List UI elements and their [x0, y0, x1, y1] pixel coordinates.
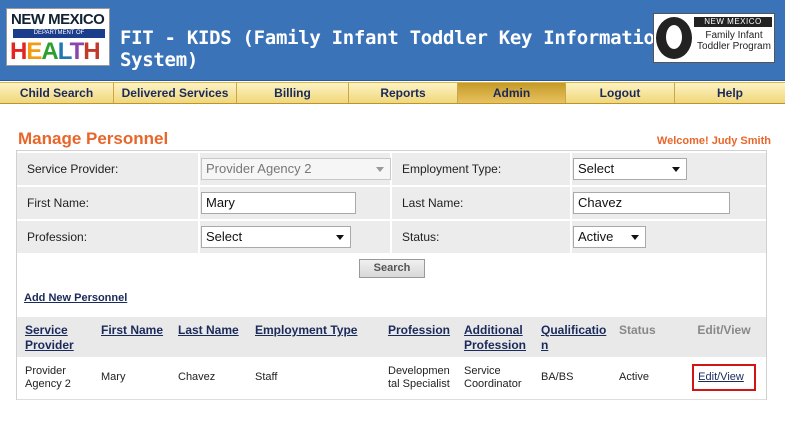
- status-select[interactable]: Active: [573, 226, 646, 248]
- fit-logo-line1: NEW MEXICO: [694, 17, 772, 27]
- status-value: Active: [578, 229, 614, 244]
- chevron-down-icon: [336, 235, 344, 240]
- field-cell: Select: [200, 221, 392, 253]
- label-cell: Last Name:: [392, 187, 572, 219]
- col-additional-profession[interactable]: Additional Profession: [456, 317, 533, 357]
- service-provider-label: Service Provider:: [27, 162, 119, 176]
- last-name-label: Last Name:: [402, 196, 464, 210]
- cell-last-name: Chavez: [170, 357, 247, 400]
- col-employment-type[interactable]: Employment Type: [247, 317, 380, 357]
- edit-view-link[interactable]: Edit/View: [698, 371, 744, 383]
- col-last-name[interactable]: Last Name: [170, 317, 247, 357]
- chevron-down-icon: [672, 167, 680, 172]
- field-cell: Mary: [200, 187, 392, 219]
- cell-additional-profession: Service Coordinator: [456, 357, 533, 400]
- first-name-input[interactable]: Mary: [201, 192, 356, 214]
- nav-child-search[interactable]: Child Search: [0, 83, 114, 103]
- cell-service-provider: Provider Agency 2: [17, 357, 93, 400]
- main-nav: Child Search Delivered Services Billing …: [0, 82, 785, 104]
- app-header: NEW MEXICO DEPARTMENT OF HEALTH FIT - KI…: [0, 0, 785, 81]
- col-profession[interactable]: Profession: [380, 317, 456, 357]
- nav-reports[interactable]: Reports: [349, 83, 458, 103]
- field-cell: Chavez: [572, 187, 766, 219]
- fit-logo-line2a: Family Infant: [705, 30, 763, 41]
- table-header-row: Service Provider First Name Last Name Em…: [17, 317, 766, 357]
- employment-type-select[interactable]: Select: [573, 158, 687, 180]
- form-row-2: First Name: Mary Last Name: Chavez: [17, 187, 766, 219]
- nav-help[interactable]: Help: [675, 83, 785, 103]
- col-service-provider[interactable]: Service Provider: [17, 317, 93, 357]
- status-label: Status:: [402, 230, 440, 244]
- nav-logout[interactable]: Logout: [566, 83, 675, 103]
- col-first-name[interactable]: First Name: [93, 317, 170, 357]
- logo-text-line1: NEW MEXICO: [11, 11, 105, 28]
- label-cell: Service Provider:: [17, 153, 200, 185]
- fit-logo-line2: Family Infant Toddler Program: [694, 30, 774, 52]
- last-name-input[interactable]: Chavez: [573, 192, 730, 214]
- col-status: Status: [611, 317, 686, 357]
- nav-admin[interactable]: Admin: [458, 83, 566, 103]
- cell-employment-type: Staff: [247, 357, 380, 400]
- chevron-down-icon: [376, 167, 384, 172]
- service-provider-value: Provider Agency 2: [206, 161, 312, 176]
- cell-first-name: Mary: [93, 357, 170, 400]
- nav-billing[interactable]: Billing: [237, 83, 349, 103]
- service-provider-select[interactable]: Provider Agency 2: [201, 158, 391, 180]
- nav-delivered-services[interactable]: Delivered Services: [114, 83, 237, 103]
- logo-health-text: HEALTH: [10, 38, 101, 65]
- label-cell: Profession:: [17, 221, 200, 253]
- nm-health-logo: NEW MEXICO DEPARTMENT OF HEALTH: [6, 8, 110, 66]
- chevron-down-icon: [631, 235, 639, 240]
- page-title: Manage Personnel: [18, 129, 169, 148]
- cell-qualification: BA/BS: [533, 357, 611, 400]
- edit-highlight-box: Edit/View: [692, 364, 756, 392]
- label-cell: Status:: [392, 221, 572, 253]
- col-edit-view: Edit/View: [686, 317, 766, 357]
- family-face-icon: [656, 17, 692, 59]
- label-cell: Employment Type:: [392, 153, 572, 185]
- search-button[interactable]: Search: [359, 259, 425, 278]
- add-new-personnel-link[interactable]: Add New Personnel: [24, 292, 127, 304]
- cell-status: Active: [611, 357, 686, 400]
- profession-value: Select: [206, 229, 243, 244]
- field-cell: Active: [572, 221, 766, 253]
- employment-type-value: Select: [578, 161, 615, 176]
- label-cell: First Name:: [17, 187, 200, 219]
- personnel-table: Service Provider First Name Last Name Em…: [17, 317, 766, 400]
- fit-program-logo: NEW MEXICO Family Infant Toddler Program: [653, 13, 775, 63]
- profession-label: Profession:: [27, 230, 88, 244]
- fit-logo-line2b: Toddler Program: [697, 41, 771, 52]
- search-panel: Service Provider: Provider Agency 2 Empl…: [16, 150, 767, 400]
- field-cell: Provider Agency 2: [200, 153, 392, 185]
- cell-profession: Developmental Specialist: [380, 357, 456, 400]
- logo-text-line2: DEPARTMENT OF: [13, 29, 105, 38]
- cell-edit: Edit/View: [686, 357, 766, 400]
- col-qualification[interactable]: Qualification: [533, 317, 611, 357]
- form-row-1: Service Provider: Provider Agency 2 Empl…: [17, 153, 766, 185]
- first-name-label: First Name:: [27, 196, 90, 210]
- employment-type-label: Employment Type:: [402, 162, 502, 176]
- table-row: Provider Agency 2 Mary Chavez Staff Deve…: [17, 357, 766, 400]
- welcome-message: Welcome! Judy Smith: [656, 135, 771, 147]
- field-cell: Select: [572, 153, 766, 185]
- profession-select[interactable]: Select: [201, 226, 351, 248]
- form-row-3: Profession: Select Status: Active: [17, 221, 766, 253]
